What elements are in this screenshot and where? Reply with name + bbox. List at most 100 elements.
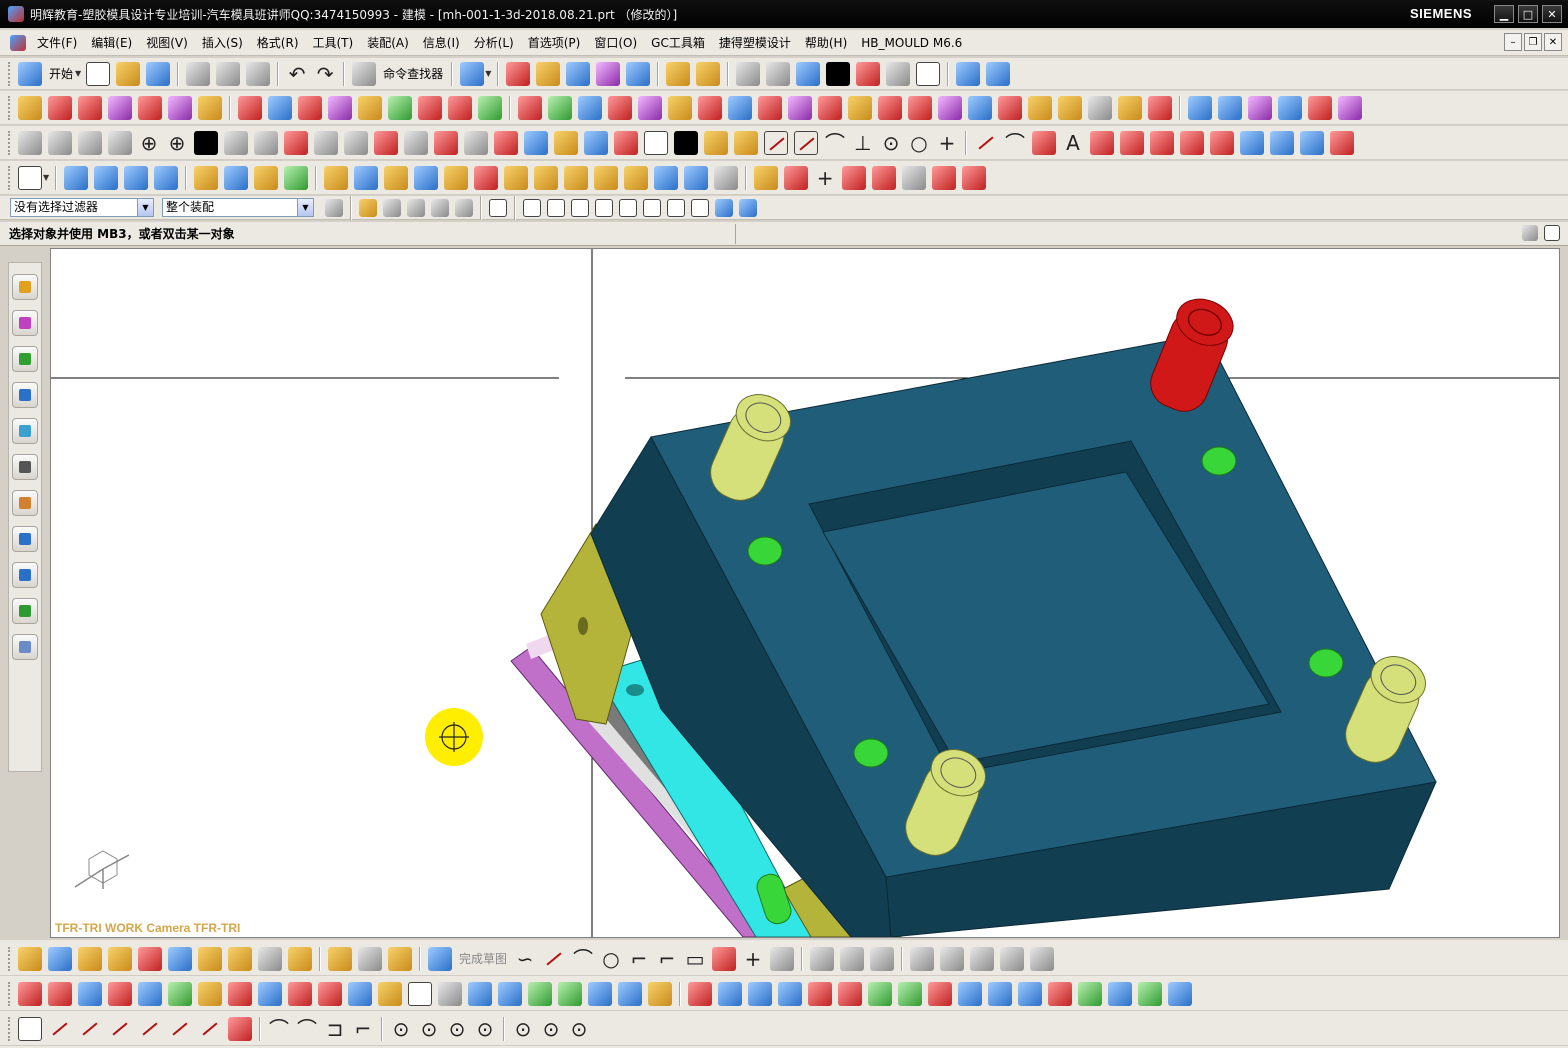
circle-radius-icon[interactable]: ⊙: [474, 1017, 496, 1041]
undo-icon[interactable]: ↶: [286, 62, 308, 86]
chart-icon[interactable]: [1138, 981, 1162, 1006]
pattern-icon[interactable]: [698, 95, 722, 120]
parts-list-icon[interactable]: [318, 981, 342, 1006]
tool-icon[interactable]: [1088, 95, 1112, 120]
sketch-icon[interactable]: [18, 165, 42, 190]
quick-extend-icon[interactable]: [840, 946, 865, 971]
menu-analysis[interactable]: 分析(L): [467, 32, 521, 54]
interference-icon[interactable]: [1018, 981, 1042, 1006]
toolbar-grip[interactable]: [8, 1016, 11, 1041]
circle-tangent-icon[interactable]: ⊙: [418, 1017, 440, 1041]
runner-icon[interactable]: [418, 95, 442, 120]
profile-curve-icon[interactable]: ∽: [514, 947, 536, 971]
color-swatch-icon[interactable]: [494, 130, 518, 155]
circle-center-icon[interactable]: ⊙: [390, 1017, 412, 1041]
reuse-library-icon[interactable]: [12, 418, 38, 444]
explode-icon[interactable]: [614, 130, 638, 155]
binoculars-icon[interactable]: [352, 61, 377, 86]
cut-icon[interactable]: [186, 61, 211, 86]
top-hole[interactable]: [747, 536, 783, 566]
distance-icon[interactable]: [748, 981, 772, 1006]
list-icon[interactable]: [468, 981, 492, 1006]
menu-preferences[interactable]: 首选项(P): [521, 32, 588, 54]
minimize-button[interactable]: ▁: [1494, 5, 1514, 23]
project-curve-icon[interactable]: [754, 165, 779, 190]
part-icon[interactable]: [524, 130, 548, 155]
datum-axis-icon[interactable]: [254, 165, 279, 190]
render-style-icon[interactable]: [826, 61, 851, 86]
hourglass-icon[interactable]: [648, 981, 672, 1006]
toolbar-grip[interactable]: [8, 95, 11, 120]
deviation-icon[interactable]: [928, 981, 952, 1006]
offset-surface-icon[interactable]: [1278, 95, 1302, 120]
curvature-icon[interactable]: [838, 981, 862, 1006]
menu-edit[interactable]: 编辑(E): [84, 32, 139, 54]
sketch-plane-icon[interactable]: [48, 946, 72, 971]
chevron-down-icon[interactable]: ▼: [43, 173, 49, 182]
subtract-icon[interactable]: [1270, 130, 1294, 155]
line-tool-icon[interactable]: [764, 130, 788, 155]
progress-icon[interactable]: [1522, 225, 1538, 241]
ellipse-axis-icon[interactable]: ⊙: [540, 1017, 562, 1041]
wireframe-icon[interactable]: [886, 61, 911, 86]
quick-trim-icon[interactable]: [810, 946, 835, 971]
toolbar-grip[interactable]: [8, 165, 11, 190]
rectangle-icon[interactable]: ▭: [684, 947, 706, 971]
ellipse-icon[interactable]: ⊙: [512, 1017, 534, 1041]
delete-face-icon[interactable]: [714, 165, 739, 190]
shaded-cube-icon[interactable]: [796, 61, 821, 86]
deselect-icon[interactable]: [455, 198, 473, 217]
snap-intersection-icon[interactable]: [595, 198, 613, 217]
centerline-icon[interactable]: [168, 981, 192, 1006]
line-icon[interactable]: [542, 947, 566, 971]
ring-icon[interactable]: [374, 130, 398, 155]
parallel-line-icon[interactable]: [108, 1017, 132, 1041]
chevron-down-icon[interactable]: ▼: [75, 69, 81, 78]
results-icon[interactable]: [1168, 981, 1192, 1006]
menu-assembly[interactable]: 装配(A): [360, 32, 416, 54]
slider-icon[interactable]: [328, 95, 352, 120]
doc-minimize-button[interactable]: –: [1504, 33, 1522, 51]
point-icon[interactable]: +: [742, 947, 764, 971]
trim-sheet-icon[interactable]: [624, 165, 649, 190]
drawing-icon[interactable]: [18, 981, 42, 1006]
curve-icon[interactable]: ⌒: [1004, 131, 1026, 155]
wcs-orient-icon[interactable]: [986, 61, 1011, 86]
line-two-point-icon[interactable]: [794, 130, 818, 155]
remove-component-icon[interactable]: [78, 95, 102, 120]
process-studio-icon[interactable]: [12, 562, 38, 588]
draft-feature-icon[interactable]: [414, 165, 439, 190]
extend-icon[interactable]: [938, 95, 962, 120]
mirror-icon[interactable]: [626, 61, 651, 86]
detail-view-icon[interactable]: [108, 981, 132, 1006]
shaded-part-icon[interactable]: [288, 946, 312, 971]
expand-icon[interactable]: [1544, 225, 1560, 241]
roles-icon[interactable]: [12, 598, 38, 624]
animate-dimension-icon[interactable]: [970, 946, 995, 971]
base-icon[interactable]: [18, 130, 42, 155]
surface-icon[interactable]: [1188, 95, 1212, 120]
chevron-down-icon[interactable]: ▼: [137, 199, 153, 216]
datum-point-icon[interactable]: [284, 165, 309, 190]
finish-sketch-button[interactable]: 完成草图: [459, 950, 507, 967]
through-curves-icon[interactable]: [1218, 95, 1242, 120]
wcs-icon[interactable]: [956, 61, 981, 86]
screw-icon[interactable]: [314, 130, 338, 155]
fillet-curve-icon[interactable]: [872, 165, 897, 190]
standard-part-icon[interactable]: [268, 95, 292, 120]
orient-view-icon[interactable]: [108, 946, 132, 971]
wave-geometry-icon[interactable]: [734, 130, 758, 155]
finish-sketch-icon[interactable]: [428, 946, 452, 971]
spring-icon[interactable]: [464, 130, 488, 155]
redo-icon[interactable]: ↷: [314, 62, 336, 86]
datum-box-icon[interactable]: [224, 165, 249, 190]
hole-icon[interactable]: [284, 130, 308, 155]
mold-char-icon[interactable]: [108, 130, 132, 155]
doc-restore-button[interactable]: ❐: [1524, 33, 1542, 51]
paste-icon[interactable]: [246, 61, 271, 86]
constraint-navigator-icon[interactable]: [12, 310, 38, 336]
block-feature-icon[interactable]: [324, 165, 349, 190]
doc-close-button[interactable]: ✕: [1544, 33, 1562, 51]
offset-sketch-icon[interactable]: [770, 946, 795, 971]
pocket-icon[interactable]: [608, 95, 632, 120]
